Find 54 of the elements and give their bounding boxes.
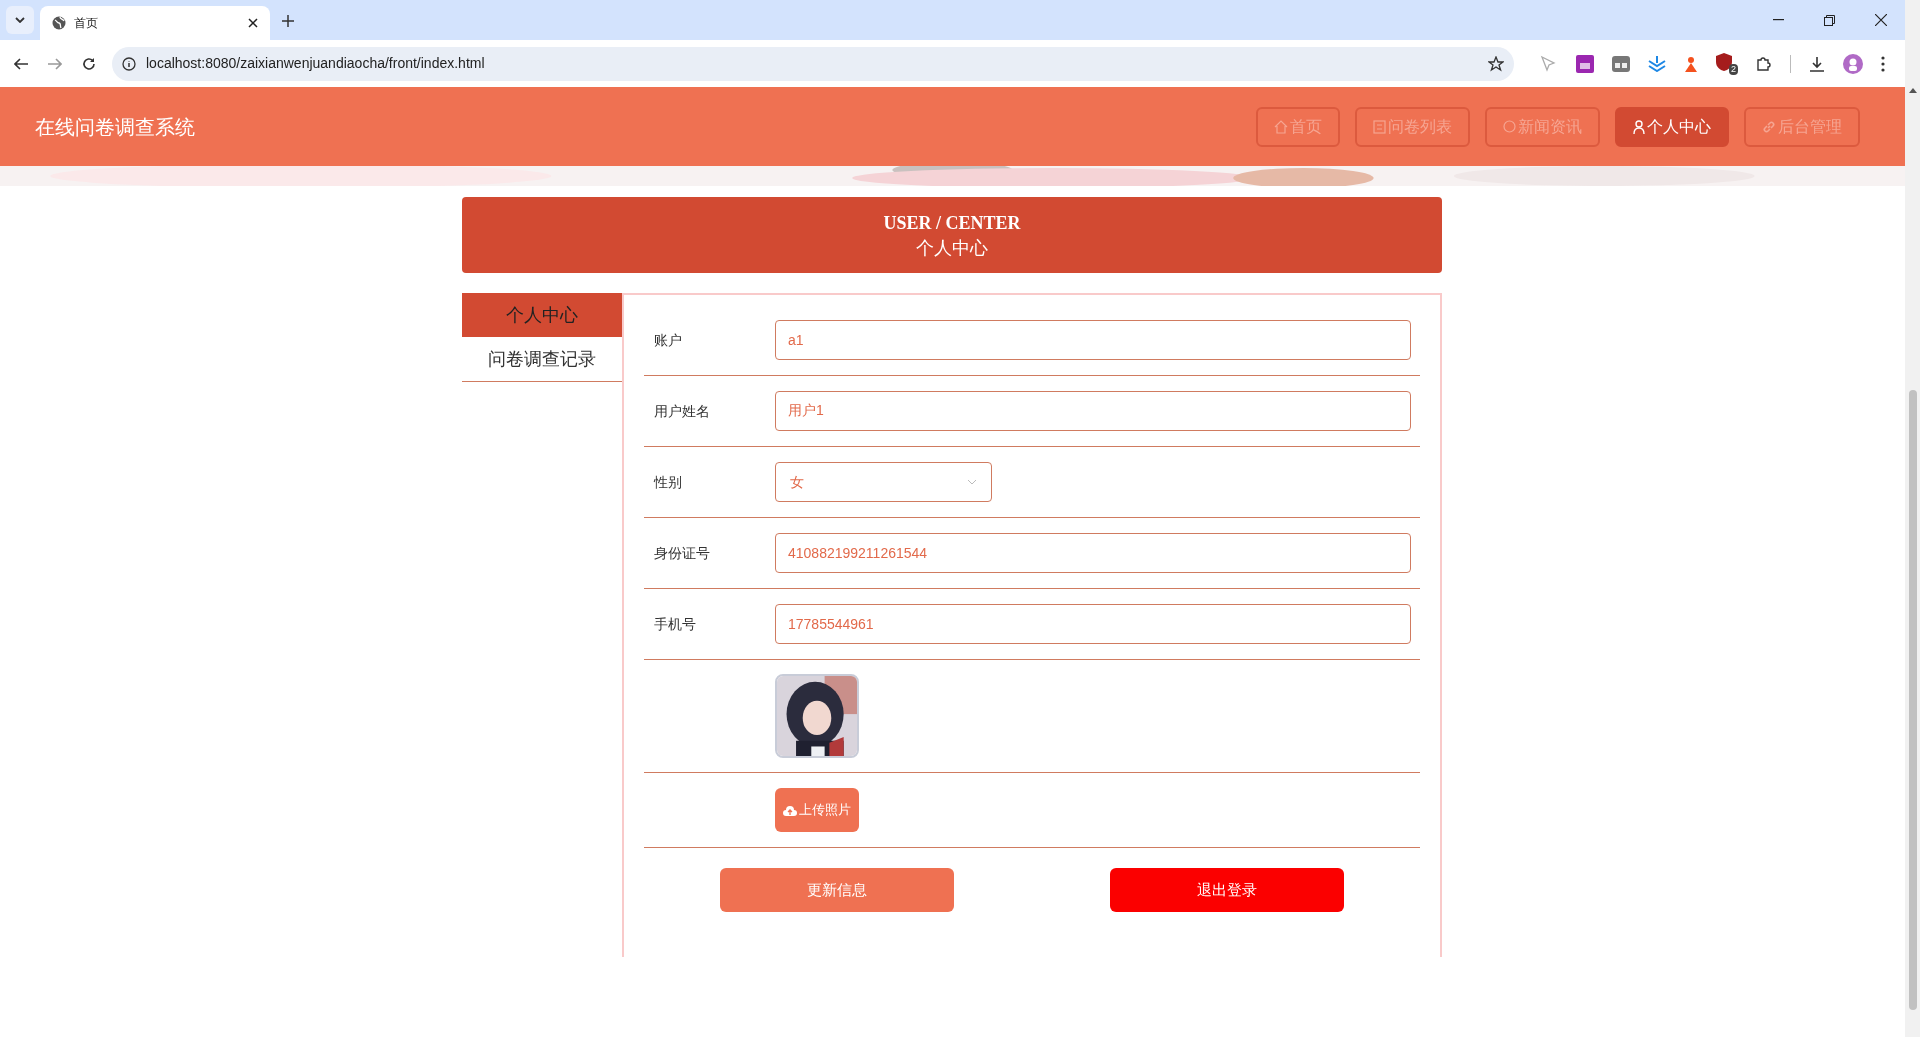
upload-photo-button[interactable]: 上传照片 <box>775 788 859 832</box>
field-label: 账户 <box>653 330 683 350</box>
home-icon <box>1274 119 1288 134</box>
input-field[interactable]: 用户1 <box>775 391 1411 431</box>
update-button[interactable]: 更新信息 <box>720 868 954 912</box>
input-field[interactable]: 17785544961 <box>775 604 1411 644</box>
profile-avatar-icon[interactable] <box>1843 53 1863 74</box>
sidebar-item[interactable]: 个人中心 <box>462 293 622 337</box>
tab-title: 首页 <box>74 15 99 32</box>
nav-tab[interactable]: 个人中心 <box>1615 106 1729 147</box>
field-label: 手机号 <box>653 614 697 634</box>
layers-icon[interactable] <box>1648 55 1666 72</box>
extension-icon[interactable] <box>1576 54 1594 73</box>
tab-list-button[interactable] <box>6 6 34 34</box>
banner-title: USER / CENTER <box>883 212 1021 235</box>
restore-icon[interactable] <box>1824 14 1835 26</box>
browser-tab[interactable]: 首页 <box>40 6 270 40</box>
count-badge: 2 <box>1729 63 1738 75</box>
input-field[interactable]: 410882199211261544 <box>775 533 1411 573</box>
user-icon <box>1633 119 1645 134</box>
download-icon[interactable] <box>1809 55 1825 72</box>
star-icon[interactable] <box>1488 55 1504 72</box>
scroll-up-icon[interactable] <box>1908 88 1917 93</box>
field-label: 性别 <box>652 472 683 492</box>
input-field[interactable]: a1 <box>775 320 1411 360</box>
address-bar[interactable]: localhost:8080/zaixianwenjuandiaocha/front/index.html <box>112 46 1514 81</box>
shield-icon[interactable] <box>1716 52 1732 71</box>
puzzle-icon[interactable] <box>1756 55 1772 72</box>
menu-icon[interactable] <box>1881 55 1885 72</box>
url-text: localhost:8080/zaixianwenjuandiaocha/front/index.html <box>146 54 486 73</box>
forward-icon[interactable] <box>48 57 62 70</box>
circle-icon <box>1503 120 1516 133</box>
banner-subtitle: 个人中心 <box>916 237 988 260</box>
extension-icon[interactable] <box>1612 55 1630 72</box>
figure-icon[interactable] <box>1684 55 1698 72</box>
document-icon <box>1373 119 1386 134</box>
globe-icon <box>52 16 66 30</box>
link-icon <box>1762 119 1776 134</box>
field-label: 身份证号 <box>653 543 711 563</box>
reload-icon[interactable] <box>82 56 96 71</box>
field-label: 用户姓名 <box>653 401 711 421</box>
minimize-icon[interactable] <box>1773 19 1784 21</box>
scrollbar[interactable] <box>1905 0 1920 1037</box>
new-tab-icon[interactable] <box>282 15 294 27</box>
logout-button[interactable]: 退出登录 <box>1110 868 1344 912</box>
chevron-down-icon <box>15 17 25 23</box>
info-icon <box>122 56 136 71</box>
cloud-upload-icon <box>783 804 797 816</box>
gender-select[interactable]: 女 <box>775 462 992 502</box>
site-title: 在线问卷调查系统 <box>35 114 195 140</box>
close-window-icon[interactable] <box>1875 14 1887 26</box>
chevron-down-icon <box>967 479 977 485</box>
close-icon[interactable] <box>248 18 258 28</box>
back-icon[interactable] <box>14 57 28 70</box>
